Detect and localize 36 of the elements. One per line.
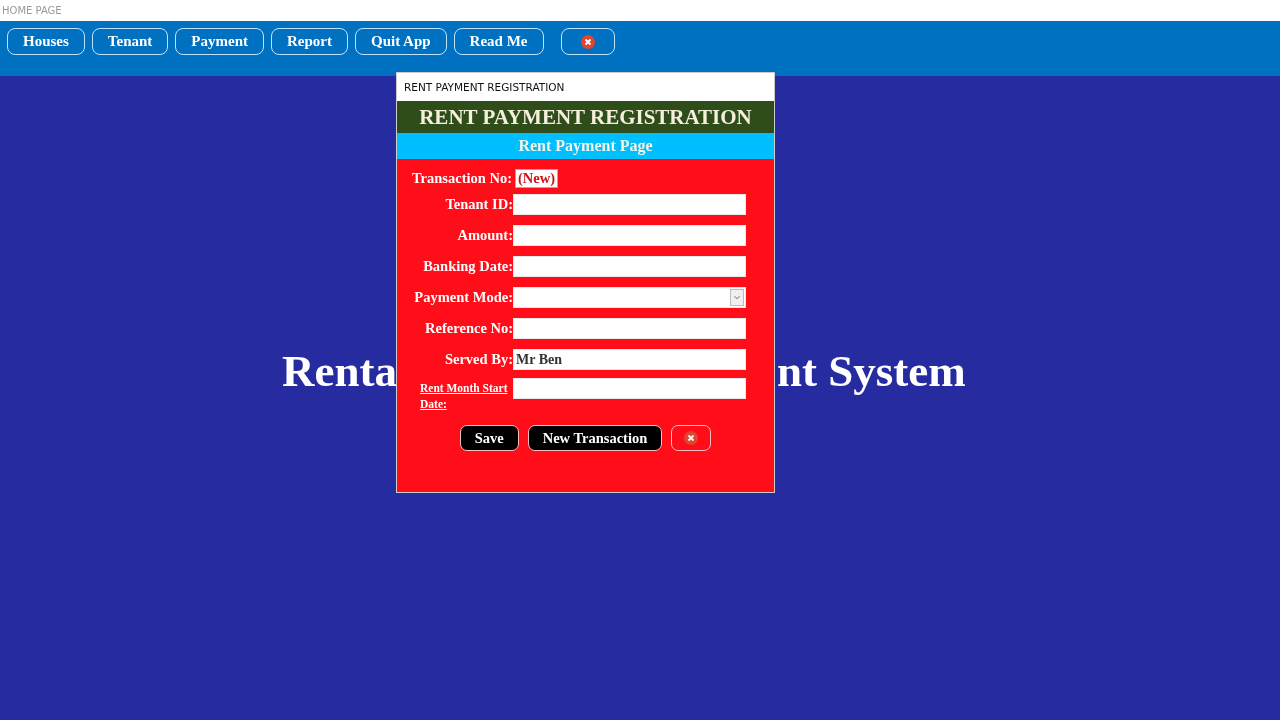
input-field[interactable]: [513, 194, 746, 215]
field-label-link[interactable]: Rent Month Start Date:: [397, 380, 513, 412]
input-field[interactable]: [513, 225, 746, 246]
field-label: Transaction No:: [412, 169, 513, 187]
nav-button[interactable]: Payment: [175, 28, 264, 55]
input-field[interactable]: Mr Ben: [513, 349, 746, 370]
form-button[interactable]: Save: [459, 425, 519, 451]
close-button[interactable]: [671, 425, 712, 451]
nav-button[interactable]: Read Me: [453, 28, 544, 55]
dropdown-field[interactable]: [513, 287, 746, 308]
close-button[interactable]: [560, 28, 615, 55]
input-field[interactable]: [513, 378, 746, 399]
window-title: HOME PAGE: [2, 5, 62, 16]
field-label: Banking Date:: [422, 258, 513, 275]
input-field[interactable]: [513, 256, 746, 277]
close-icon: [580, 34, 595, 49]
dialog-heading: RENT PAYMENT REGISTRATION: [397, 101, 774, 133]
dialog-subheading: Rent Payment Page: [397, 133, 774, 159]
background-heading: nt System: [777, 349, 966, 394]
nav-button[interactable]: Tenant: [91, 28, 169, 55]
form-button[interactable]: New Transaction: [527, 425, 663, 451]
nav-button[interactable]: Quit App: [354, 28, 447, 55]
close-icon: [684, 431, 699, 445]
field-label: Amount:: [456, 227, 513, 244]
dropdown-caret-icon[interactable]: [730, 289, 744, 306]
transaction-number: (New): [515, 168, 559, 188]
field-label: Served By:: [443, 351, 513, 368]
nav-button[interactable]: Report: [270, 28, 348, 55]
background-heading: Renta: [282, 349, 397, 394]
field-label: Tenant ID:: [444, 196, 513, 213]
dialog-title: RENT PAYMENT REGISTRATION: [404, 81, 565, 93]
nav-button[interactable]: Houses: [7, 28, 85, 55]
field-value: Mr Ben: [516, 351, 562, 368]
field-label: Reference No:: [424, 320, 513, 337]
field-label: Payment Mode:: [413, 289, 513, 306]
input-field[interactable]: [513, 318, 746, 339]
